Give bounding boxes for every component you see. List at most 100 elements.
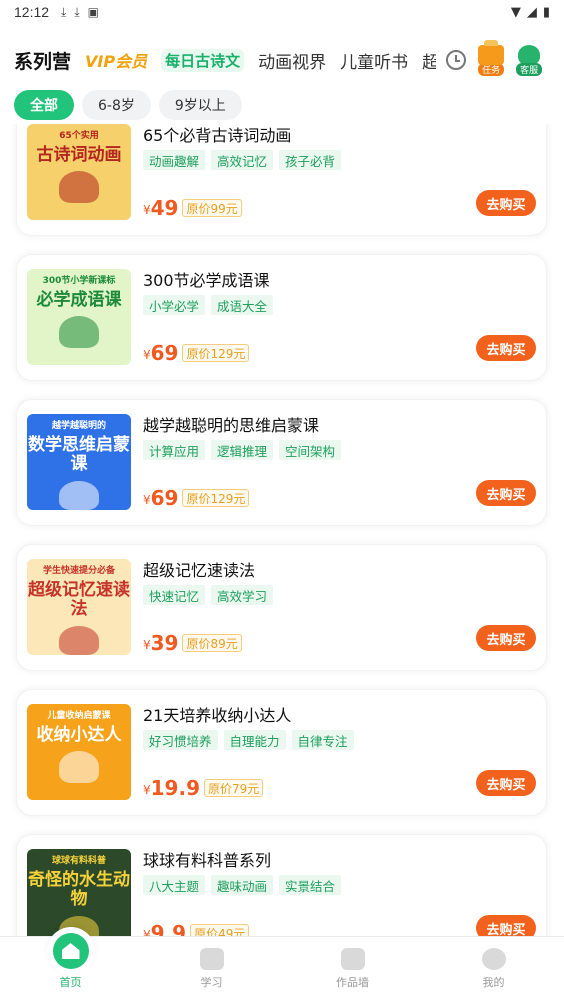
buy-button[interactable]: 去购买 — [476, 480, 536, 506]
price-value: 39 — [150, 631, 179, 655]
filter-9plus[interactable]: 9岁以上 — [158, 90, 242, 120]
course-title: 65个必背古诗词动画 — [143, 126, 292, 145]
tab-animation[interactable]: 动画视界 — [258, 48, 326, 73]
price-value: 69 — [150, 341, 179, 365]
top-nav: 系列营 VIP会员 每日古诗文 动画视界 儿童听书 超 任务 客服 — [0, 36, 564, 84]
filter-all[interactable]: 全部 — [14, 90, 74, 120]
course-title: 越学越聪明的思维启蒙课 — [143, 416, 320, 435]
price-value: 69 — [150, 486, 179, 510]
course-tag: 逻辑推理 — [211, 440, 274, 460]
course-tag: 计算应用 — [143, 440, 206, 460]
cartoon-figure — [59, 316, 99, 349]
course-price: ¥ 39 原价89元 — [143, 631, 242, 655]
nav-study[interactable]: 学习 — [141, 937, 282, 1004]
original-price: 原价49元 — [190, 924, 250, 936]
original-price: 原价99元 — [182, 199, 242, 217]
course-tags: 计算应用 逻辑推理 空间架构 — [143, 440, 342, 460]
history-button[interactable] — [446, 50, 467, 70]
course-list: 65个实用 古诗词动画 65个必背古诗词动画 动画趣解 高效记忆 孩子必背 ¥ … — [0, 124, 564, 936]
buy-button[interactable]: 去购买 — [476, 190, 536, 216]
tab-daily-poem[interactable]: 每日古诗文 — [161, 48, 245, 72]
course-tag: 高效学习 — [211, 585, 274, 605]
cartoon-figure — [59, 171, 99, 204]
course-card[interactable]: 学生快速提分必备 超级记忆速读法 超级记忆速读法 快速记忆 高效学习 ¥ 39 … — [16, 544, 547, 671]
course-thumbnail: 儿童收纳启蒙课 收纳小达人 — [27, 704, 131, 800]
buy-button[interactable]: 去购买 — [476, 625, 536, 651]
buy-button[interactable]: 去购买 — [476, 770, 536, 796]
nav-profile[interactable]: 我的 — [423, 937, 564, 1004]
course-thumbnail: 65个实用 古诗词动画 — [27, 124, 131, 220]
course-title: 球球有料科普系列 — [143, 851, 272, 870]
nav-home[interactable]: 首页 — [0, 927, 141, 1004]
course-thumbnail: 300节小学新课标 必学成语课 — [27, 269, 131, 365]
course-tag: 快速记忆 — [143, 585, 206, 605]
buy-button[interactable]: 去购买 — [476, 915, 536, 936]
course-tags: 八大主题 趣味动画 实景结合 — [143, 875, 342, 895]
battery-icon: ▮ — [542, 4, 550, 20]
course-tag: 动画趣解 — [143, 150, 206, 170]
a-icon: ▣ — [87, 5, 100, 19]
course-price: ¥ 69 原价129元 — [143, 486, 250, 510]
course-tag: 自律专注 — [291, 730, 354, 750]
profile-icon — [481, 948, 506, 970]
picture-icon — [340, 948, 365, 970]
course-card[interactable]: 越学越聪明的 数学思维启蒙课 越学越聪明的思维启蒙课 计算应用 逻辑推理 空间架… — [16, 399, 547, 526]
tab-audiobook[interactable]: 儿童听书 — [340, 48, 408, 73]
nav-label: 学习 — [200, 976, 223, 989]
signal-icon: ◢ — [526, 4, 537, 20]
nav-label: 作品墙 — [336, 976, 369, 989]
presenter-figure — [59, 751, 99, 784]
tab-more[interactable]: 超 — [422, 48, 436, 73]
status-bar: 12:12 ⤓ ⤓ ▣ ▼ ◢ ▮ — [0, 0, 564, 24]
age-filter: 全部 6-8岁 9岁以上 — [14, 90, 242, 120]
course-price: ¥ 69 原价129元 — [143, 341, 250, 365]
original-price: 原价79元 — [204, 779, 264, 797]
course-tag: 高效记忆 — [211, 150, 274, 170]
nav-label: 我的 — [482, 976, 505, 989]
buy-button[interactable]: 去购买 — [476, 335, 536, 361]
customer-service-icon — [518, 44, 541, 65]
nav-works[interactable]: 作品墙 — [282, 937, 423, 1004]
status-time: 12:12 — [14, 4, 50, 20]
tab-series-camp[interactable]: 系列营 — [14, 47, 71, 74]
course-title: 21天培养收纳小达人 — [143, 706, 292, 725]
course-tag: 小学必学 — [143, 295, 206, 315]
download-icon: ⤓ — [74, 4, 80, 19]
price-value: 49 — [150, 196, 179, 220]
course-tags: 动画趣解 高效记忆 孩子必背 — [143, 150, 342, 170]
course-tag: 孩子必背 — [279, 150, 342, 170]
filter-6-8[interactable]: 6-8岁 — [82, 90, 151, 120]
download-icon: ⤓ — [61, 4, 67, 19]
customer-service-button[interactable]: 客服 — [516, 44, 543, 76]
course-tag: 八大主题 — [143, 875, 206, 895]
tv-icon — [199, 948, 224, 970]
course-tag: 自理能力 — [223, 730, 286, 750]
course-price: ¥ 9.9 原价49元 — [143, 921, 250, 936]
course-card[interactable]: 65个实用 古诗词动画 65个必背古诗词动画 动画趣解 高效记忆 孩子必背 ¥ … — [16, 124, 547, 236]
course-card[interactable]: 儿童收纳启蒙课 收纳小达人 21天培养收纳小达人 好习惯培养 自理能力 自律专注… — [16, 689, 547, 816]
cartoon-figure — [59, 625, 99, 655]
clock-icon — [446, 50, 467, 70]
task-icon — [478, 39, 505, 65]
bottom-nav: 首页 学习 作品墙 我的 — [0, 927, 564, 1004]
course-thumbnail: 球球有料科普 奇怪的水生动物 — [27, 849, 131, 936]
course-tag: 实景结合 — [279, 875, 342, 895]
price-value: 9.9 — [150, 921, 187, 936]
course-card[interactable]: 300节小学新课标 必学成语课 300节必学成语课 小学必学 成语大全 ¥ 69… — [16, 254, 547, 381]
customer-service-label: 客服 — [516, 62, 543, 76]
course-price: ¥ 49 原价99元 — [143, 196, 242, 220]
course-tags: 快速记忆 高效学习 — [143, 585, 274, 605]
original-price: 原价129元 — [182, 489, 250, 507]
tab-vip[interactable]: VIP会员 — [85, 48, 147, 72]
course-title: 超级记忆速读法 — [143, 561, 256, 580]
course-thumbnail: 学生快速提分必备 超级记忆速读法 — [27, 559, 131, 655]
course-tag: 成语大全 — [211, 295, 274, 315]
wifi-icon: ▼ — [510, 4, 521, 20]
task-button[interactable]: 任务 — [478, 39, 505, 76]
course-title: 300节必学成语课 — [143, 271, 270, 290]
home-icon — [61, 943, 80, 959]
price-value: 19.9 — [150, 776, 200, 800]
course-tag: 空间架构 — [279, 440, 342, 460]
course-tag: 好习惯培养 — [143, 730, 218, 750]
course-card[interactable]: 球球有料科普 奇怪的水生动物 球球有料科普系列 八大主题 趣味动画 实景结合 ¥… — [16, 834, 547, 936]
